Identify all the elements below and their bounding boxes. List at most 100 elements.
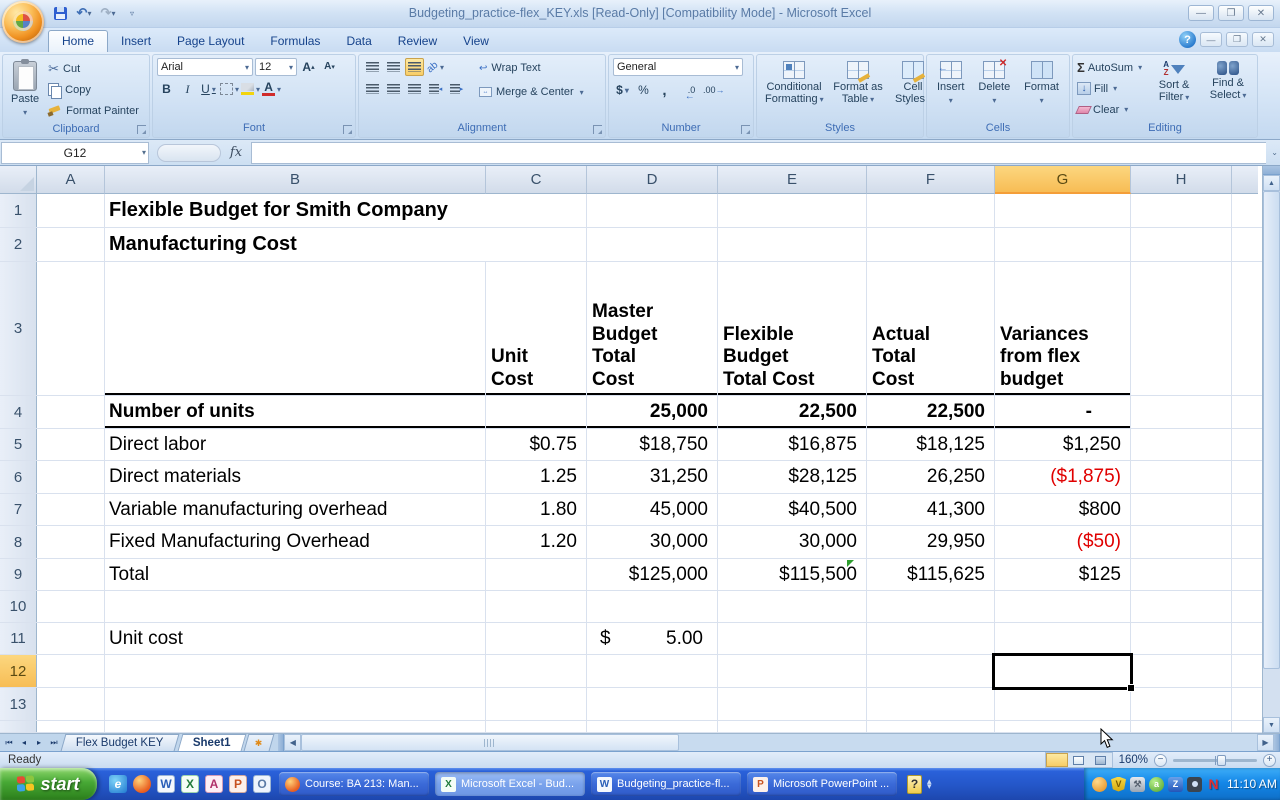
cell-h12[interactable]	[1131, 655, 1232, 687]
column-header-partial[interactable]	[1232, 166, 1258, 194]
column-header-g-selected[interactable]: G	[995, 166, 1131, 194]
column-header-h[interactable]: H	[1131, 166, 1232, 194]
cell-c12[interactable]	[486, 655, 587, 687]
cell-g2[interactable]	[995, 228, 1131, 261]
cell-a14[interactable]	[37, 721, 105, 732]
copy-button[interactable]: Copy	[45, 80, 142, 100]
cell-i8[interactable]	[1232, 526, 1258, 558]
task-button-powerpoint[interactable]: PMicrosoft PowerPoint ...	[747, 772, 897, 796]
tab-insert[interactable]: Insert	[108, 31, 164, 52]
last-sheet-icon[interactable]: ⏭	[47, 736, 61, 750]
cell-b14[interactable]	[105, 721, 486, 732]
autosum-button[interactable]: ΣAutoSum	[1077, 58, 1142, 77]
cell-i13[interactable]	[1232, 688, 1258, 720]
column-header-a[interactable]: A	[37, 166, 105, 194]
comma-style-button[interactable]: ,	[655, 81, 674, 99]
cell-h14[interactable]	[1131, 721, 1232, 732]
workbook-close-button[interactable]: ✕	[1252, 32, 1274, 47]
cell-i10[interactable]	[1232, 591, 1258, 622]
smiley-tray-icon[interactable]	[1092, 777, 1107, 792]
previous-sheet-icon[interactable]: ◂	[17, 736, 31, 750]
task-button-excel-active[interactable]: XMicrosoft Excel - Bud...	[435, 772, 585, 796]
cell-a13[interactable]	[37, 688, 105, 720]
cell-i6[interactable]	[1232, 461, 1258, 493]
close-button[interactable]: ✕	[1248, 5, 1274, 21]
cell-d6[interactable]: 31,250	[587, 461, 718, 493]
cell-a5[interactable]	[37, 429, 105, 460]
cell-e4[interactable]: 22,500	[718, 396, 867, 428]
column-header-f[interactable]: F	[867, 166, 995, 194]
cell-e1[interactable]	[718, 194, 867, 227]
increase-indent-button[interactable]: ▸	[447, 80, 466, 98]
fill-button[interactable]: ↓Fill	[1077, 79, 1142, 98]
row-header-13[interactable]: 13	[0, 688, 37, 720]
cell-h11[interactable]	[1131, 623, 1232, 654]
cell-a9[interactable]	[37, 559, 105, 590]
cell-f5[interactable]: $18,125	[867, 429, 995, 460]
cell-a2[interactable]	[37, 228, 105, 261]
middle-align-button[interactable]	[384, 58, 403, 76]
cell-d11-unit-cost[interactable]: $5.00	[587, 623, 718, 654]
horizontal-split-handle[interactable]	[1274, 734, 1280, 751]
cell-h10[interactable]	[1131, 591, 1232, 622]
clipboard-dialog-launcher-icon[interactable]	[137, 125, 146, 134]
cell-i9[interactable]	[1232, 559, 1258, 590]
delete-cells-button[interactable]: Delete	[974, 58, 1014, 121]
cell-b9[interactable]: Total	[105, 559, 486, 590]
cell-e11[interactable]	[718, 623, 867, 654]
cell-f11[interactable]	[867, 623, 995, 654]
row-header-4[interactable]: 4	[0, 396, 37, 428]
zoom-slider[interactable]	[1173, 759, 1257, 762]
horizontal-scroll-thumb[interactable]	[301, 734, 679, 751]
insert-function-button[interactable]: fx	[221, 145, 251, 160]
cell-a7[interactable]	[37, 494, 105, 525]
help-tray-icon[interactable]: ?	[907, 775, 922, 794]
nvidia-tray-icon[interactable]: N	[1206, 777, 1221, 792]
zoom-in-button[interactable]: +	[1263, 754, 1276, 767]
cut-button[interactable]: ✂Cut	[45, 59, 142, 79]
cell-c13[interactable]	[486, 688, 587, 720]
cell-i4[interactable]	[1232, 396, 1258, 428]
cell-d12[interactable]	[587, 655, 718, 687]
cell-f14[interactable]	[867, 721, 995, 732]
row-header-3[interactable]: 3	[0, 262, 37, 395]
percent-style-button[interactable]: %	[634, 81, 653, 99]
font-size-select[interactable]: 12▾	[255, 58, 297, 76]
tab-formulas[interactable]: Formulas	[257, 31, 333, 52]
tools-tray-icon[interactable]: ⚒	[1130, 777, 1145, 792]
cell-f12[interactable]	[867, 655, 995, 687]
align-center-button[interactable]	[384, 80, 403, 98]
expand-formula-bar-icon[interactable]: ⌄	[1271, 148, 1278, 157]
eye-tray-icon[interactable]	[1187, 777, 1202, 792]
name-box[interactable]: G12▾	[1, 142, 149, 164]
cell-i11[interactable]	[1232, 623, 1258, 654]
shield-tray-icon[interactable]: V	[1111, 777, 1126, 792]
cell-b3[interactable]	[105, 262, 486, 395]
scroll-up-icon[interactable]: ▲	[1263, 175, 1280, 191]
format-cells-button[interactable]: Format	[1020, 58, 1063, 121]
firefox-icon[interactable]	[133, 775, 151, 793]
tab-view[interactable]: View	[450, 31, 502, 52]
font-name-select[interactable]: Arial▾	[157, 58, 253, 76]
clear-button[interactable]: Clear	[1077, 100, 1142, 119]
first-sheet-icon[interactable]: ⏮	[2, 736, 16, 750]
word-icon[interactable]: W	[157, 775, 175, 793]
cell-e2[interactable]	[718, 228, 867, 261]
cell-f3-header[interactable]: Actual Total Cost	[867, 262, 995, 395]
page-layout-view-button[interactable]	[1068, 753, 1090, 767]
bold-button[interactable]: B	[157, 80, 176, 98]
cell-f9[interactable]: $115,625	[867, 559, 995, 590]
cell-e10[interactable]	[718, 591, 867, 622]
cell-i3[interactable]	[1232, 262, 1258, 395]
cell-f6[interactable]: 26,250	[867, 461, 995, 493]
cell-d10[interactable]	[587, 591, 718, 622]
horizontal-scroll-track[interactable]	[679, 734, 1257, 751]
row-header-2[interactable]: 2	[0, 228, 37, 261]
column-header-d[interactable]: D	[587, 166, 718, 194]
find-select-button[interactable]: Find & Select	[1202, 58, 1254, 121]
next-sheet-icon[interactable]: ▸	[32, 736, 46, 750]
z-tray-icon[interactable]: Z	[1168, 777, 1183, 792]
alignment-dialog-launcher-icon[interactable]	[593, 125, 602, 134]
row-header-8[interactable]: 8	[0, 526, 37, 558]
vertical-scroll-thumb[interactable]	[1263, 191, 1280, 669]
